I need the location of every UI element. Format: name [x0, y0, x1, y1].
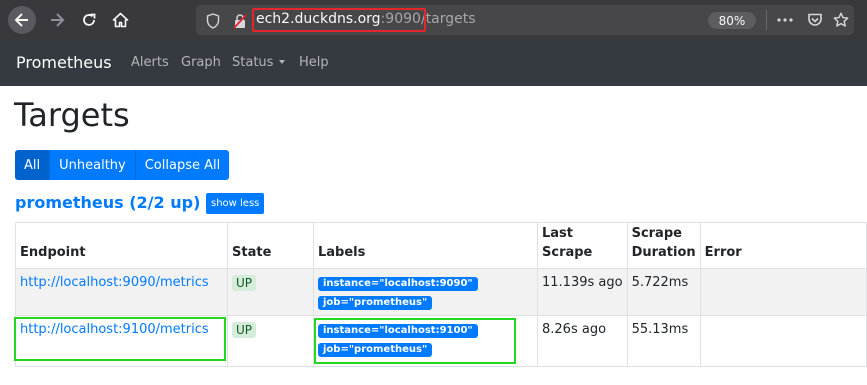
show-less-button[interactable]: show less [206, 193, 265, 214]
browser-toolbar: ech2.duckdns.org:9090/targets 80% [0, 0, 867, 40]
label-badge-job: job="prometheus" [318, 296, 433, 310]
url-bar-divider [766, 10, 767, 30]
reload-icon[interactable] [76, 7, 102, 33]
url-highlight-box [252, 8, 426, 32]
state-cell: UP [227, 268, 314, 316]
page-info-icon[interactable] [205, 13, 221, 29]
page-title: Targets [14, 96, 130, 134]
table-header-row: Endpoint State Labels Last Scrape Scrape… [15, 222, 867, 269]
job-title[interactable]: prometheus (2/2 up) [15, 193, 200, 212]
column-header-scrape-duration: Scrape Duration [626, 222, 701, 269]
zoom-level-badge[interactable]: 80% [708, 12, 756, 29]
url-bar[interactable]: ech2.duckdns.org:9090/targets 80% [196, 5, 854, 35]
last-scrape-cell: 8.26s ago [537, 315, 628, 367]
table-row: http://localhost:9090/metrics UP instanc… [15, 268, 867, 316]
endpoint-cell: http://localhost:9090/metrics [15, 268, 228, 316]
column-header-last-scrape: Last Scrape [537, 222, 628, 269]
state-up-badge: UP [232, 275, 257, 291]
scrape-duration-cell: 55.13ms [626, 315, 701, 367]
labels-highlight-box [314, 318, 516, 364]
column-header-labels: Labels [313, 222, 538, 269]
nav-link-status-label: Status [232, 55, 274, 70]
endpoint-highlight-box [14, 317, 226, 361]
column-header-endpoint: Endpoint [15, 222, 228, 269]
insecure-lock-icon[interactable] [232, 13, 248, 29]
nav-link-graph[interactable]: Graph [181, 55, 221, 70]
caret-down-icon [279, 59, 286, 64]
state-cell: UP [227, 315, 314, 367]
bookmark-star-icon[interactable] [832, 12, 850, 28]
column-header-state: State [227, 222, 314, 269]
filter-unhealthy-button[interactable]: Unhealthy [50, 150, 136, 180]
last-scrape-cell: 11.139s ago [537, 268, 628, 316]
pocket-icon[interactable] [806, 12, 824, 28]
error-cell [699, 268, 867, 316]
back-arrow-icon[interactable] [8, 6, 36, 34]
error-cell [699, 315, 867, 367]
home-icon[interactable] [107, 7, 133, 33]
filter-all-button[interactable]: All [15, 150, 51, 180]
column-header-error: Error [699, 222, 867, 269]
nav-link-help[interactable]: Help [299, 55, 329, 70]
collapse-all-button[interactable]: Collapse All [135, 150, 230, 180]
nav-link-status[interactable]: Status [232, 55, 286, 70]
forward-arrow-icon[interactable] [44, 7, 70, 33]
app-navbar: Prometheus Alerts Graph Status Help [0, 40, 867, 86]
state-up-badge: UP [232, 322, 257, 338]
labels-cell: instance="localhost:9090" job="prometheu… [313, 268, 538, 316]
filter-button-group: All Unhealthy Collapse All [15, 150, 230, 180]
url-path: /targets [420, 11, 476, 27]
nav-link-alerts[interactable]: Alerts [131, 55, 169, 70]
brand-logo[interactable]: Prometheus [16, 53, 112, 72]
scrape-duration-cell: 5.722ms [626, 268, 701, 316]
more-menu-icon[interactable] [776, 12, 794, 28]
endpoint-link[interactable]: http://localhost:9090/metrics [20, 275, 209, 290]
label-badge-instance: instance="localhost:9090" [318, 277, 478, 291]
